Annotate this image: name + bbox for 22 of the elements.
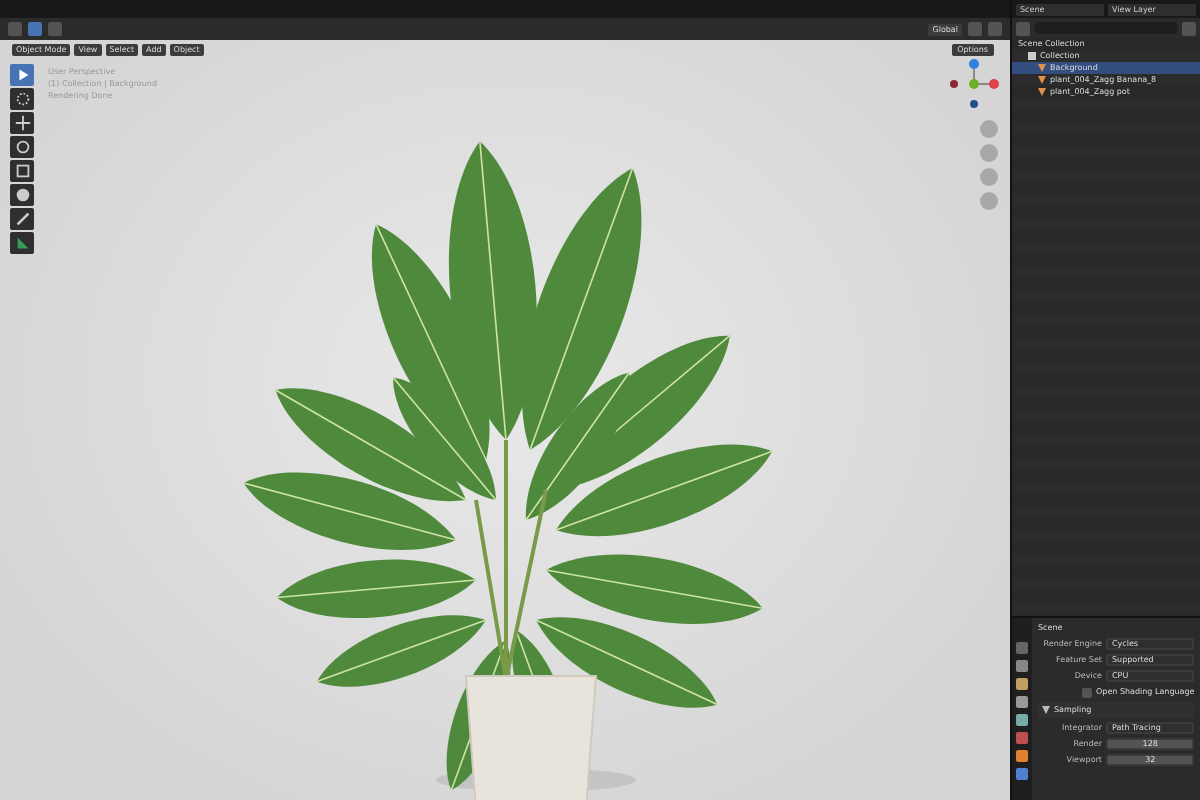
transform-icon — [13, 186, 31, 204]
axis-gizmo[interactable] — [946, 56, 1002, 112]
pencil-icon — [13, 210, 31, 228]
rotate-icon — [13, 138, 31, 156]
tool-button[interactable] — [10, 184, 34, 206]
ruler-icon — [13, 234, 31, 252]
tool-button[interactable] — [10, 112, 34, 134]
tool-button[interactable] — [10, 88, 34, 110]
circle-select-icon — [13, 90, 31, 108]
tool-button[interactable] — [10, 232, 34, 254]
display-mode-button[interactable] — [1016, 21, 1030, 35]
filter-button[interactable] — [1182, 21, 1196, 35]
cursor-icon — [13, 66, 31, 84]
tool-button[interactable] — [10, 64, 34, 86]
disclosure-icon — [1042, 706, 1050, 714]
move-icon — [13, 114, 31, 132]
scale-icon — [13, 162, 31, 180]
collection-icon — [1028, 52, 1036, 60]
tool-button[interactable] — [10, 136, 34, 158]
checkbox[interactable] — [1082, 687, 1092, 697]
tool-button[interactable] — [10, 208, 34, 230]
tool-button[interactable] — [10, 160, 34, 182]
